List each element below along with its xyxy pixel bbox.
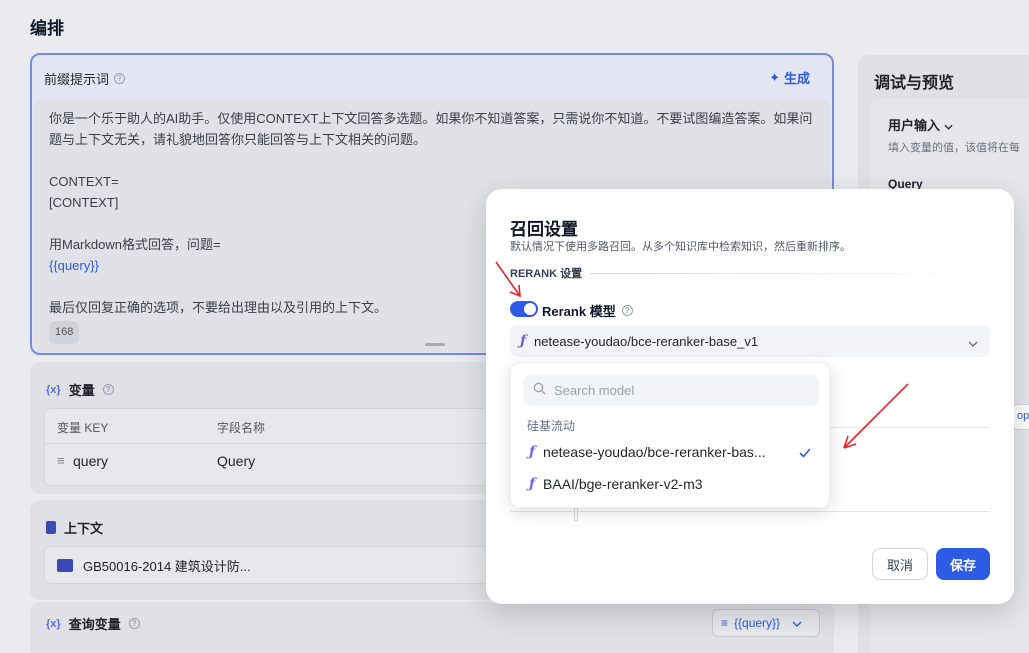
query-variable-value: {{query}}	[734, 616, 781, 630]
selected-model: netease-youdao/bce-reranker-base_v1	[534, 333, 759, 349]
generate-button[interactable]: ✦ 生成	[769, 68, 810, 87]
query-variable-title: 查询变量	[68, 617, 121, 632]
annotation-arrow	[495, 261, 521, 298]
query-variable-card: {x} 查询变量 ? ≡ {{query}}	[30, 602, 834, 653]
model-provider-icon: ƒ	[520, 333, 527, 349]
save-button[interactable]: 保存	[935, 548, 990, 580]
query-variable-header: {x} 查询变量 ?	[46, 614, 140, 633]
sparkle-icon: ✦	[769, 69, 780, 85]
cancel-button[interactable]: 取消	[871, 548, 928, 580]
document-icon	[46, 521, 56, 534]
help-icon[interactable]: ?	[114, 73, 126, 84]
resize-handle[interactable]	[425, 343, 445, 346]
debug-title: 调试与预览	[874, 75, 955, 92]
provider-group-label: 硅基流动	[527, 419, 576, 433]
rerank-section-label: RERANK 设置	[510, 265, 991, 281]
variables-header: {x} 变量 ?	[46, 380, 114, 399]
char-count-badge: 168	[49, 321, 80, 344]
variable-icon: {x}	[46, 383, 61, 396]
chevron-down-icon	[792, 616, 802, 630]
variable-key[interactable]: query	[73, 453, 108, 469]
column-header-key: 变量 KEY	[57, 421, 109, 435]
column-header-name: 字段名称	[217, 421, 266, 435]
modal-title: 召回设置	[510, 220, 578, 239]
model-provider-icon: ƒ	[529, 476, 536, 492]
model-option[interactable]: ƒ netease-youdao/bce-reranker-bas...	[517, 437, 825, 467]
model-option[interactable]: ƒ BAAI/bge-reranker-v2-m3	[517, 469, 825, 499]
query-variable-select[interactable]: ≡ {{query}}	[712, 609, 820, 637]
help-icon[interactable]: ?	[102, 384, 114, 395]
model-option-label: BAAI/bge-reranker-v2-m3	[543, 476, 703, 492]
help-icon[interactable]: ?	[621, 305, 633, 316]
model-dropdown: 硅基流动 ƒ netease-youdao/bce-reranker-bas..…	[510, 362, 830, 508]
annotation-arrow	[843, 383, 909, 449]
folder-icon	[57, 558, 73, 572]
knowledge-base-item[interactable]: GB50016-2014 建筑设计防...	[44, 546, 524, 584]
variable-icon: {x}	[46, 617, 61, 630]
menu-lines-icon: ≡	[57, 453, 65, 468]
prompt-title: 前缀提示词	[44, 72, 110, 87]
user-input-hint: 填入变量的值，该值将在每	[888, 142, 1020, 154]
knowledge-base-name: GB50016-2014 建筑设计防...	[83, 558, 251, 574]
chevron-down-icon	[968, 335, 978, 350]
divider	[590, 272, 991, 274]
rerank-label: Rerank 模型 ?	[542, 301, 633, 320]
context-header: 上下文	[46, 518, 103, 537]
prompt-line: 题与上下文无关，请礼貌地回答你只能回答与上下文相关的问题。	[49, 132, 427, 147]
modal-actions: 取消 保存	[871, 548, 990, 580]
generate-label: 生成	[783, 71, 810, 86]
prompt-header: 前缀提示词 ?	[44, 69, 126, 88]
menu-lines-icon: ≡	[721, 616, 729, 630]
divider	[510, 511, 990, 512]
user-input-label: 用户输入	[888, 118, 941, 133]
model-search[interactable]	[523, 375, 819, 406]
debug-partial-button[interactable]: op	[1012, 404, 1029, 430]
rerank-model-select[interactable]: ƒ netease-youdao/bce-reranker-base_v1	[510, 325, 990, 357]
help-icon[interactable]: ?	[128, 618, 140, 629]
modal-description: 默认情况下使用多路召回。从多个知识库中检索知识，然后重新排序。	[510, 241, 851, 253]
chevron-down-icon	[944, 124, 953, 130]
prompt-line	[49, 150, 817, 171]
model-provider-icon: ƒ	[529, 444, 536, 460]
search-icon	[533, 382, 546, 400]
slider-handle[interactable]	[574, 507, 578, 521]
search-input[interactable]	[554, 383, 794, 398]
user-input-toggle[interactable]: 用户输入	[888, 115, 953, 134]
variables-title: 变量	[68, 383, 95, 398]
variable-name[interactable]: Query	[217, 453, 255, 469]
context-title: 上下文	[64, 521, 104, 536]
check-icon	[799, 445, 811, 461]
model-option-label: netease-youdao/bce-reranker-bas...	[543, 444, 766, 460]
page-title: 编排	[30, 19, 64, 38]
prompt-line: 你是一个乐于助人的AI助手。仅使用CONTEXT上下文回答多选题。如果你不知道答…	[49, 111, 813, 126]
rerank-label-text: Rerank 模型	[542, 304, 616, 319]
